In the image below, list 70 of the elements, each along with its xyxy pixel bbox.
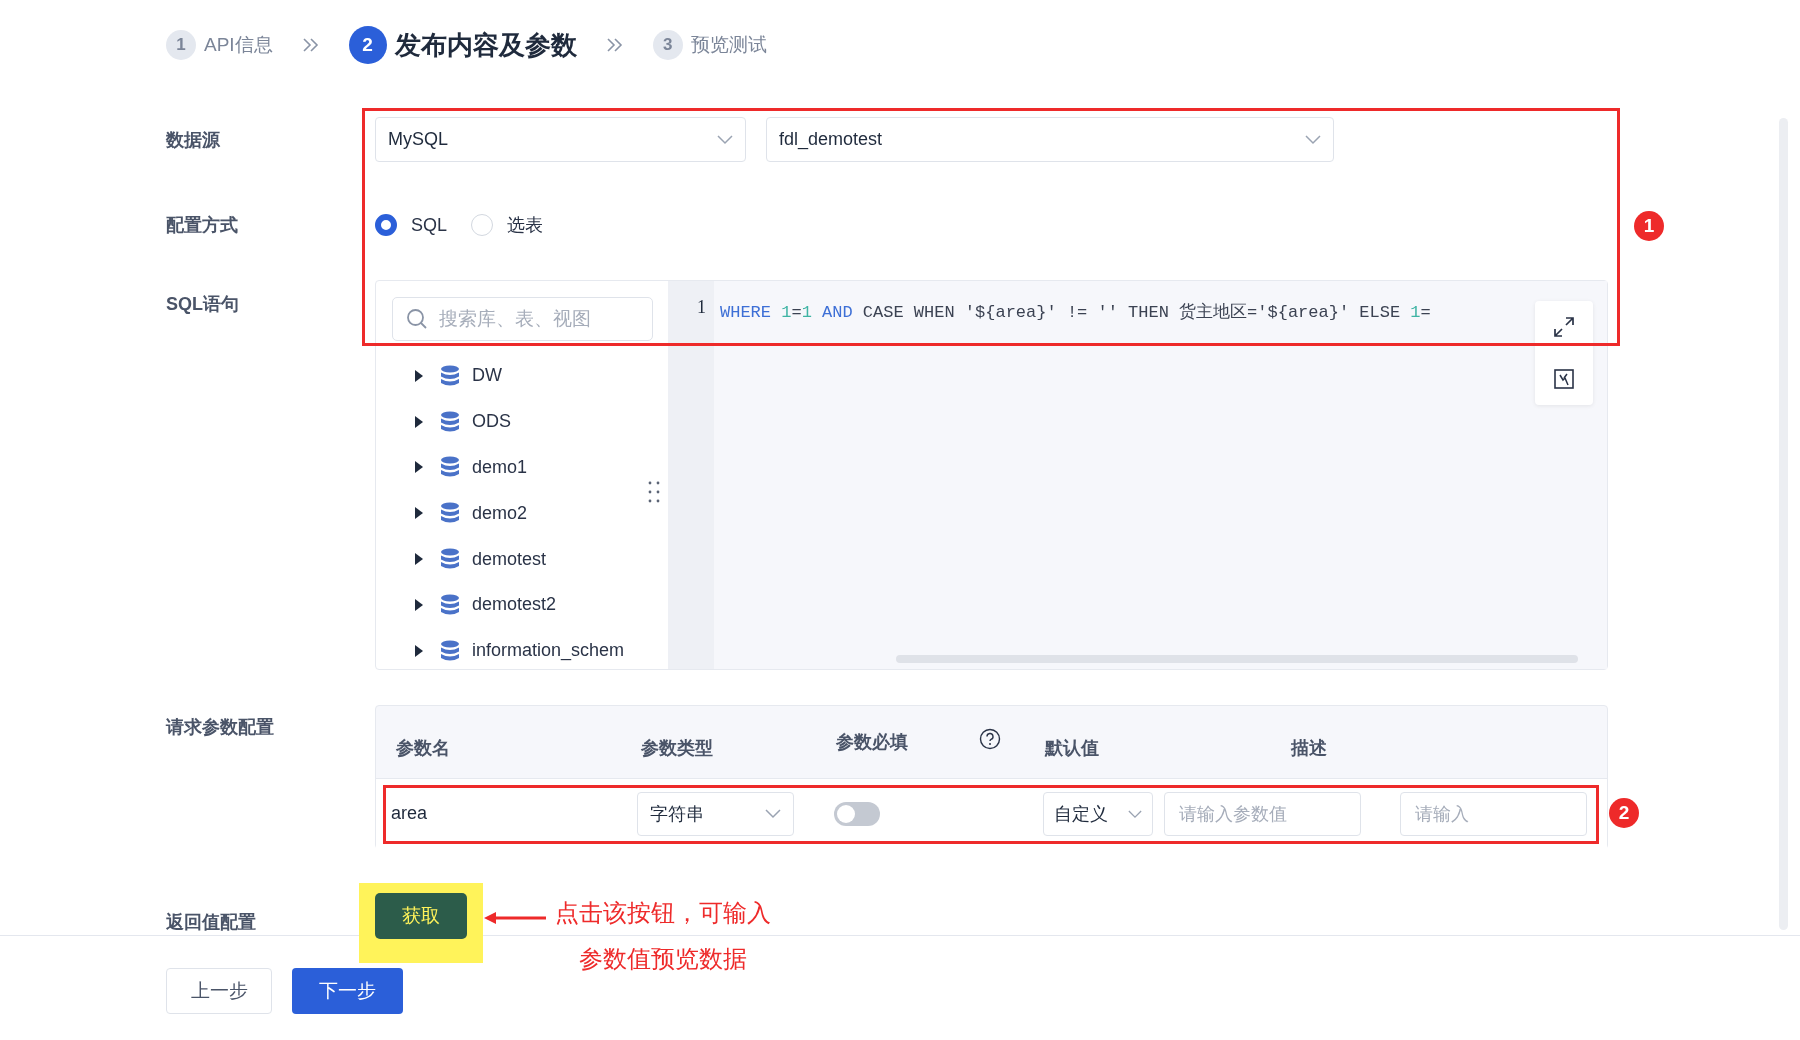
step-number: 1 (166, 30, 196, 60)
database-icon (440, 639, 460, 662)
expand-triangle-icon[interactable] (414, 598, 424, 611)
step-number: 2 (348, 26, 387, 64)
help-icon[interactable] (979, 728, 1001, 750)
tree-item[interactable]: demo2 (472, 502, 528, 524)
code-line: WHERE 1=1 AND CASE WHEN '${area}' != '' THEN 货主地区='${area}' ELSE 1= (720, 301, 1432, 324)
expand-triangle-icon[interactable] (414, 644, 424, 657)
chevron-down-icon (1128, 809, 1142, 819)
expand-icon[interactable] (1553, 316, 1575, 338)
format-icon[interactable] (1553, 368, 1575, 390)
field-label: 返回值配置 (166, 911, 257, 934)
annotation-text: 参数值预览数据 (579, 944, 747, 974)
radio-button[interactable] (375, 214, 397, 236)
database-icon (440, 502, 460, 525)
column-header: 参数类型 (641, 737, 713, 760)
field-label: 数据源 (166, 128, 221, 152)
back-button[interactable]: 上一步 (166, 968, 272, 1014)
field-label: 配置方式 (166, 214, 239, 237)
radio-label[interactable]: 选表 (507, 213, 544, 237)
step-label[interactable]: 预览测试 (690, 32, 767, 58)
drag-handle-icon[interactable] (648, 481, 660, 503)
field-label: 请求参数配置 (166, 716, 275, 739)
chevron-down-icon (765, 809, 781, 819)
column-header: 描述 (1291, 737, 1327, 760)
tree-item[interactable]: information_schem (472, 640, 625, 662)
expand-triangle-icon[interactable] (414, 369, 424, 382)
database-icon (440, 548, 460, 571)
column-header: 默认值 (1045, 737, 1099, 760)
chevron-down-icon (717, 134, 733, 145)
chevron-down-icon (1305, 134, 1321, 145)
database-select[interactable]: fdl_demotest (766, 117, 1334, 162)
type-select[interactable]: 字符串 (637, 792, 794, 836)
step-number: 3 (652, 30, 683, 60)
expand-triangle-icon[interactable] (414, 461, 424, 474)
description-input[interactable]: 请输入 (1400, 792, 1587, 836)
search-icon (406, 308, 428, 330)
default-mode-select[interactable]: 自定义 (1043, 792, 1153, 836)
tree-item[interactable]: demo1 (472, 457, 528, 478)
annotation-arrow (484, 911, 546, 925)
toggle-switch[interactable] (834, 802, 880, 826)
annotation-text: 点击该按钮，可输入 (555, 898, 771, 928)
tree-item[interactable]: demotest2 (472, 594, 557, 616)
database-icon (440, 364, 460, 387)
annotation-badge: 2 (1609, 798, 1639, 828)
step-label[interactable]: API信息 (204, 32, 273, 58)
tree-item[interactable]: demotest (472, 548, 547, 570)
expand-triangle-icon[interactable] (414, 553, 424, 566)
tree-item[interactable]: ODS (472, 411, 511, 433)
datasource-type-select[interactable]: MySQL (375, 117, 746, 162)
field-label: SQL语句 (166, 293, 240, 316)
database-icon (440, 593, 460, 616)
tree-item[interactable]: DW (472, 365, 502, 387)
expand-triangle-icon[interactable] (414, 507, 424, 520)
double-chevron-icon (604, 36, 625, 54)
step-label[interactable]: 发布内容及参数 (394, 27, 577, 63)
fetch-button[interactable]: 获取 (375, 893, 467, 939)
column-header: 参数名 (396, 737, 450, 760)
value-input[interactable]: 请输入参数值 (1164, 792, 1361, 836)
database-icon (440, 456, 460, 479)
double-chevron-icon (300, 36, 321, 54)
line-number: 1 (697, 297, 706, 317)
radio-label[interactable]: SQL (411, 214, 448, 236)
search-field[interactable]: 搜索库、表、视图 (392, 297, 653, 341)
next-button[interactable]: 下一步 (292, 968, 403, 1014)
expand-triangle-icon[interactable] (414, 415, 424, 428)
database-icon (440, 410, 460, 433)
annotation-badge: 1 (1634, 211, 1664, 241)
table-cell: area (391, 803, 428, 824)
column-header: 参数必填 (836, 731, 908, 754)
